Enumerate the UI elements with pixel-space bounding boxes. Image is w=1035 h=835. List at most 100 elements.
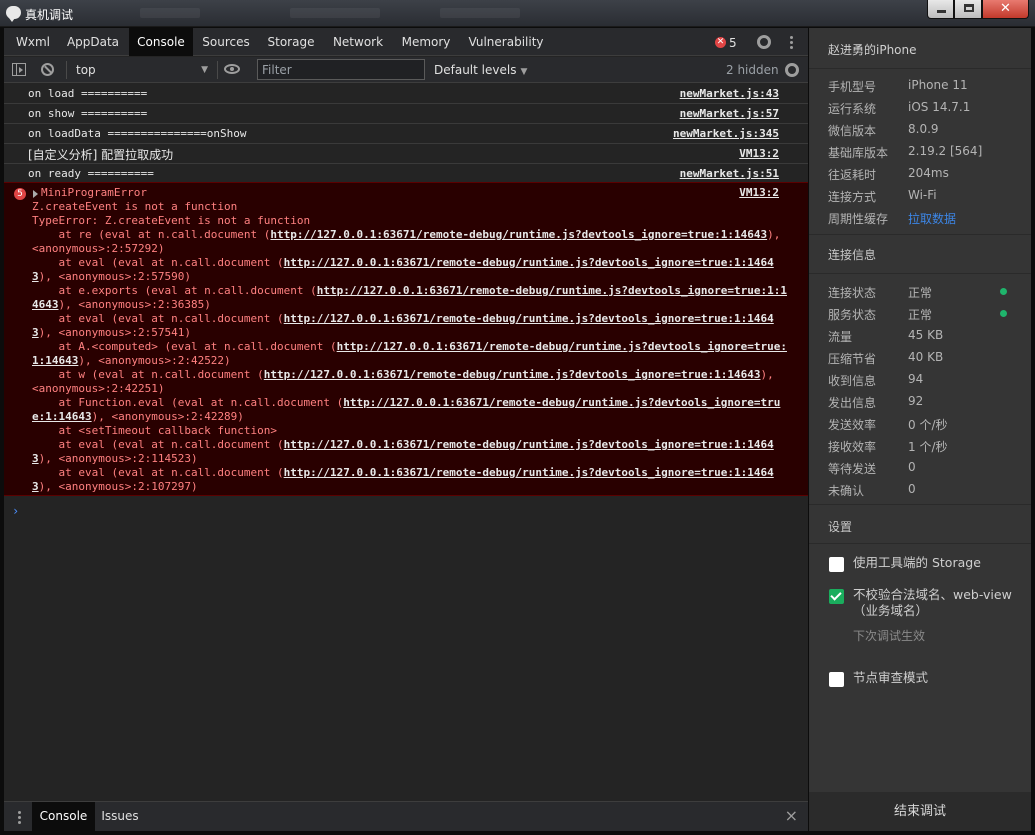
stack-frame-link[interactable]: http://127.0.0.1:63671/remote-debug/runt… (284, 256, 774, 269)
drawer-tab-console[interactable]: Console (32, 802, 95, 831)
info-row: 往返耗时 204ms (828, 166, 1028, 188)
stack-frame-text: ), (760, 368, 774, 381)
message-text: on show ========== (28, 107, 148, 120)
stack-frame: at eval (eval at n.call.document (http:/… (32, 466, 794, 480)
expand-triangle-icon[interactable] (33, 190, 38, 198)
message-source-link[interactable]: newMarket.js:51 (680, 167, 779, 180)
error-source-link[interactable]: VM13:2 (739, 186, 779, 199)
drawer-tabbar: Console Issues × (4, 801, 808, 831)
background-tab-ghost (290, 8, 380, 18)
drawer-tab-issues[interactable]: Issues (98, 802, 142, 831)
info-key: 微信版本 (828, 124, 877, 138)
maximize-icon (964, 4, 974, 12)
message-source-link[interactable]: VM13:2 (739, 147, 779, 160)
message-source-link[interactable]: newMarket.js:43 (680, 87, 779, 100)
error-counter[interactable]: ✕ 5 (715, 35, 737, 50)
info-key: 往返耗时 (828, 168, 877, 182)
info-key: 等待发送 (828, 462, 877, 476)
live-expression-eye-icon[interactable] (224, 64, 240, 74)
more-options-icon[interactable] (790, 36, 794, 51)
stack-frame-wrap: 3), <anonymous>:2:114523) (32, 452, 794, 466)
error-line: Z.createEvent is not a function (32, 200, 238, 213)
log-levels-dropdown[interactable]: Default levels ▼ (434, 57, 527, 83)
stack-frame-link[interactable]: http://127.0.0.1:63671/remote-debug/runt… (317, 284, 787, 297)
tab-appdata[interactable]: AppData (60, 28, 126, 56)
stack-frame-link[interactable]: 4643 (32, 298, 59, 311)
panel-divider (809, 68, 1031, 69)
context-selector[interactable]: top ▼ (72, 59, 214, 81)
info-row: 发出信息 92 (828, 394, 1028, 416)
setting-label[interactable]: 使用工具端的 Storage (853, 555, 1018, 571)
info-value: 1 个/秒 (908, 440, 948, 454)
clear-console-icon[interactable] (41, 63, 54, 76)
error-title[interactable]: MiniProgramError (41, 186, 147, 199)
window-title: 真机调试 (25, 8, 74, 22)
stack-frame-link[interactable]: http://127.0.0.1:63671/remote-debug/runt… (284, 438, 774, 451)
message-source-link[interactable]: newMarket.js:345 (673, 127, 779, 140)
stack-frame-text: at e.exports (eval at n.call.document ( (32, 284, 317, 297)
tab-memory[interactable]: Memory (399, 28, 453, 56)
stack-frame-link[interactable]: http://127.0.0.1:63671/remote-debug/runt… (343, 396, 780, 409)
stack-frame-link[interactable]: http://127.0.0.1:63671/remote-debug/runt… (270, 228, 767, 241)
console-message: [自定义分析] 配置拉取成功 VM13:2 (4, 144, 808, 164)
setting-checkbox[interactable] (829, 589, 844, 604)
console-message: on ready ========== newMarket.js:51 (4, 164, 808, 184)
stack-frame-link[interactable]: 3 (32, 326, 39, 339)
info-row: 流量 45 KB (828, 328, 1028, 350)
info-key: 发出信息 (828, 396, 877, 410)
stack-frame-link[interactable]: 3 (32, 270, 39, 283)
tab-console[interactable]: Console (129, 28, 193, 56)
stack-frame-text: at re (eval at n.call.document ( (32, 228, 271, 241)
info-row: 连接方式 Wi-Fi (828, 188, 1028, 210)
info-row: 服务状态 正常 (828, 306, 1028, 328)
panel-divider (809, 504, 1031, 505)
close-window-button[interactable]: ✕ (982, 0, 1029, 19)
console-message: on show ========== newMarket.js:57 (4, 104, 808, 124)
drawer-menu-icon[interactable] (18, 811, 22, 826)
sidebar-toggle-icon[interactable] (12, 63, 26, 76)
stack-frame-link[interactable]: http://127.0.0.1:63671/remote-debug/runt… (337, 340, 787, 353)
stack-frame-wrap: 3), <anonymous>:2:57541) (32, 326, 794, 340)
stack-frame: at re (eval at n.call.document (http://1… (32, 228, 794, 242)
panel-divider (809, 543, 1031, 544)
info-row: 等待发送 0 (828, 460, 1028, 482)
maximize-button[interactable] (954, 0, 982, 19)
end-debug-button[interactable]: 结束调试 (809, 792, 1031, 831)
stack-frame-link[interactable]: http://127.0.0.1:63671/remote-debug/runt… (284, 312, 774, 325)
console-message: on load ========== newMarket.js:43 (4, 84, 808, 104)
stack-frame-text: ), <anonymous>:2:114523) (38, 452, 198, 465)
close-drawer-icon[interactable]: × (785, 807, 798, 825)
console-output[interactable]: on load ========== newMarket.js:43 on sh… (4, 84, 808, 799)
tab-network[interactable]: Network (329, 28, 387, 56)
setting-checkbox[interactable] (829, 672, 844, 687)
stack-frame-link[interactable]: 3 (32, 452, 39, 465)
tab-sources[interactable]: Sources (197, 28, 255, 56)
context-value: top (76, 63, 96, 77)
message-text: on loadData ===============onShow (28, 127, 247, 140)
tab-wxml[interactable]: Wxml (8, 28, 58, 56)
tab-vulnerability[interactable]: Vulnerability (468, 28, 544, 56)
pull-data-link[interactable]: 拉取数据 (908, 210, 956, 227)
console-prompt[interactable]: › (12, 504, 19, 518)
stack-frame-link[interactable]: 1:14643 (32, 354, 78, 367)
info-value: 40 KB (908, 350, 944, 364)
stack-frame-text: at Function.eval (eval at n.call.documen… (32, 396, 344, 409)
stack-frame-link[interactable]: 3 (32, 480, 39, 493)
settings-gear-icon[interactable] (757, 35, 771, 49)
stack-frame-link[interactable]: http://127.0.0.1:63671/remote-debug/runt… (264, 368, 761, 381)
hidden-messages-count: 2 hidden (726, 63, 779, 77)
filter-input[interactable] (257, 59, 425, 80)
setting-label[interactable]: 不校验合法域名、web-view（业务域名） (853, 587, 1018, 619)
stack-frame-text: at eval (eval at n.call.document ( (32, 256, 284, 269)
setting-label[interactable]: 节点审查模式 (853, 670, 1018, 686)
stack-frame-text: ), <anonymous>:2:42522) (78, 354, 231, 367)
error-repeat-badge: 5 (14, 188, 26, 200)
minimize-button[interactable] (927, 0, 954, 19)
console-settings-gear-icon[interactable] (785, 63, 799, 77)
console-message: on loadData ===============onShow newMar… (4, 124, 808, 144)
stack-frame-link[interactable]: e:1:14643 (32, 410, 92, 423)
stack-frame-link[interactable]: http://127.0.0.1:63671/remote-debug/runt… (284, 466, 774, 479)
tab-storage[interactable]: Storage (261, 28, 321, 56)
message-source-link[interactable]: newMarket.js:57 (680, 107, 779, 120)
setting-checkbox[interactable] (829, 557, 844, 572)
